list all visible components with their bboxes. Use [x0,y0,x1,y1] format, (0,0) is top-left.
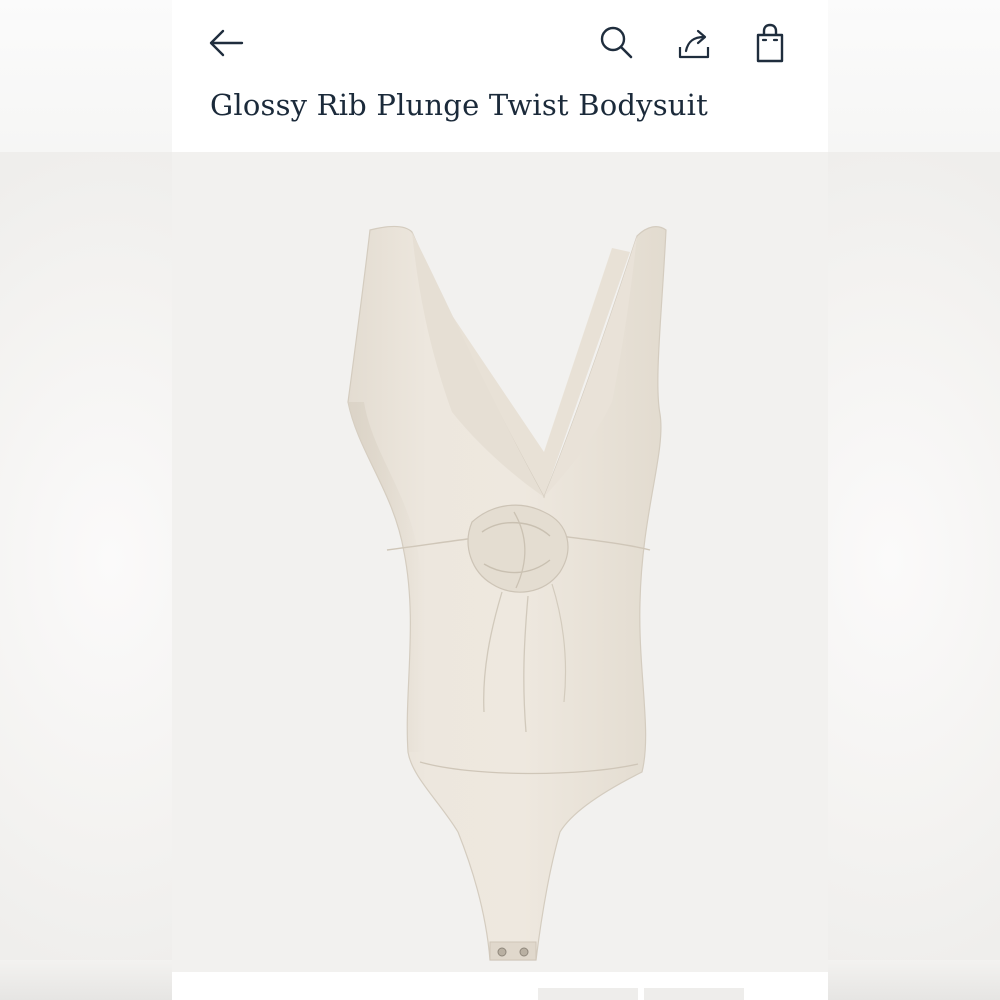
thumbnail-strip [172,972,828,1000]
thumbnail-item[interactable] [644,988,744,1000]
share-icon [678,29,710,59]
shopping-bag-button[interactable] [748,21,792,65]
share-button[interactable] [672,21,716,65]
thumbnail-item[interactable] [538,988,638,1000]
search-button[interactable] [594,21,638,65]
search-icon [600,26,633,59]
shopping-bag-icon [756,23,784,63]
top-nav-bar [172,0,828,90]
back-button[interactable] [204,21,248,65]
arrow-left-icon [209,29,244,57]
product-image[interactable] [172,152,828,972]
product-title: Glossy Rib Plunge Twist Bodysuit [210,88,709,122]
bodysuit-image [347,225,667,961]
product-page: Glossy Rib Plunge Twist Bodysuit [172,0,828,1000]
